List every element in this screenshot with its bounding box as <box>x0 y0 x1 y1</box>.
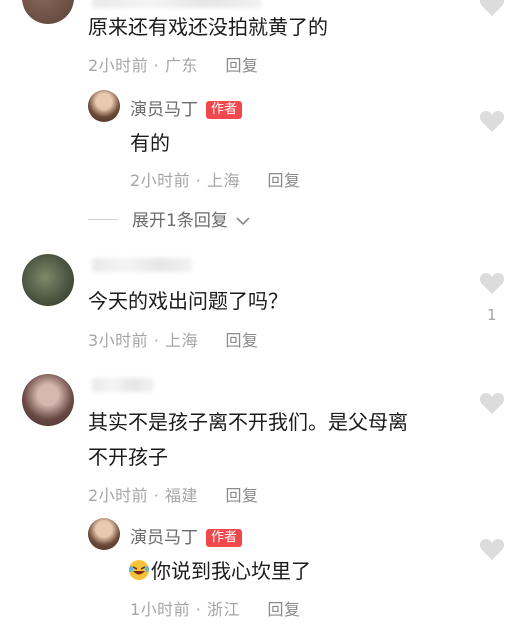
expand-replies[interactable]: 展开1条回复 <box>88 206 250 231</box>
author-badge: 作者 <box>206 529 243 547</box>
reply-button[interactable]: 回复 <box>226 486 259 505</box>
comment-time-location: 2小时前 · 广东 <box>88 56 198 75</box>
reply-button[interactable]: 回复 <box>268 600 301 619</box>
comment-text-line-2: 不开孩子 <box>88 445 168 469</box>
reply-time-location: 2小时前 · 上海 <box>130 171 240 190</box>
reply-text: 有的 <box>130 131 170 155</box>
reply-meta: 1小时前 · 浙江 回复 <box>130 596 301 620</box>
comment-time-location: 3小时前 · 上海 <box>88 331 198 350</box>
expand-replies-label[interactable]: 展开1条回复 <box>132 211 228 231</box>
author-name[interactable]: 演员马丁 <box>130 100 198 120</box>
comment-text: 原来还有戏还没拍就黄了的 <box>88 15 328 39</box>
blurred-username <box>92 258 192 272</box>
reply-author[interactable]: 演员马丁 作者 <box>130 95 243 120</box>
like-heart-icon[interactable] <box>479 538 505 562</box>
reply-button[interactable]: 回复 <box>226 56 259 75</box>
comment-meta: 3小时前 · 上海 回复 <box>88 327 259 351</box>
reply-text: 你说到我心坎里了 <box>128 554 311 588</box>
like-heart-icon[interactable] <box>479 272 505 296</box>
blurred-username <box>92 378 154 392</box>
reply-time-location: 1小时前 · 浙江 <box>130 600 240 619</box>
avatar[interactable] <box>22 0 74 24</box>
like-heart-icon[interactable] <box>479 392 505 416</box>
reply-author[interactable]: 演员马丁 作者 <box>130 523 243 548</box>
chevron-down-icon <box>236 217 250 226</box>
comment-meta: 2小时前 · 福建 回复 <box>88 482 259 506</box>
avatar[interactable] <box>22 254 74 306</box>
blurred-username <box>92 0 262 8</box>
divider-line <box>88 219 118 220</box>
reply-button[interactable]: 回复 <box>268 171 301 190</box>
like-heart-icon[interactable] <box>479 0 505 18</box>
author-name[interactable]: 演员马丁 <box>130 528 198 548</box>
author-avatar[interactable] <box>88 90 120 122</box>
reply-text-content: 你说到我心坎里了 <box>151 559 311 583</box>
comment-time-location: 2小时前 · 福建 <box>88 486 198 505</box>
comment-meta: 2小时前 · 广东 回复 <box>88 52 259 76</box>
comment-text-line-1: 其实不是孩子离不开我们。是父母离 <box>88 410 408 434</box>
like-count: 1 <box>487 306 497 324</box>
comment-text: 今天的戏出问题了吗？ <box>88 289 288 313</box>
reply-meta: 2小时前 · 上海 回复 <box>130 167 301 191</box>
laughing-emoji-icon <box>129 560 149 580</box>
avatar[interactable] <box>22 374 74 426</box>
like-heart-icon[interactable] <box>479 110 505 134</box>
author-avatar[interactable] <box>88 518 120 550</box>
reply-button[interactable]: 回复 <box>226 331 259 350</box>
author-badge: 作者 <box>206 101 243 119</box>
